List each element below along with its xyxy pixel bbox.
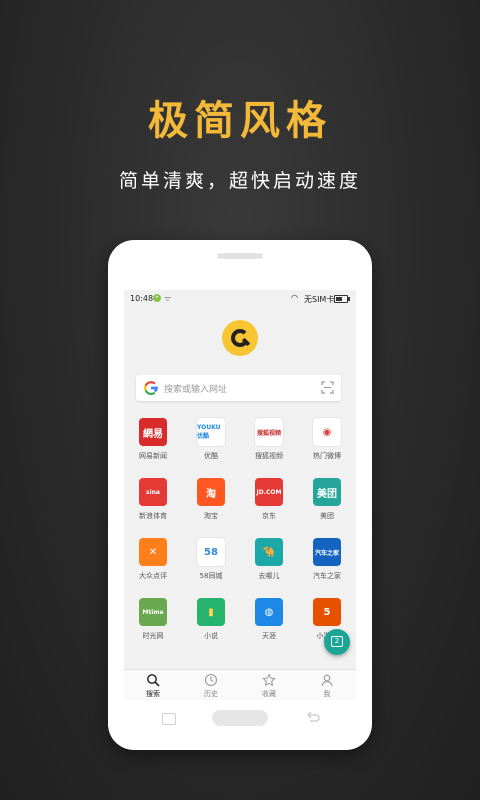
tab-star[interactable]: 收藏 [240,670,298,700]
system-nav-bar [108,708,372,732]
site-label: 热门微博 [313,452,341,460]
site-label: 去哪儿 [258,572,280,580]
site-icon: 搜狐视频 [255,418,283,446]
site-icon: ◍ [255,598,283,626]
site-tile[interactable]: 淘淘宝 [182,478,240,534]
site-icon: 網易 [139,418,167,446]
status-time: 10:48 [130,294,154,303]
site-label: 网易新闻 [139,452,167,460]
site-label: 58同城 [199,572,223,580]
site-tile[interactable]: 網易 网易新闻 [124,418,182,474]
phone-screen: 10:48 • ᯤ ◠ 无SIM卡 搜索或输入网址 網易 网易新闻 YOUKU优… [124,290,356,700]
site-icon: sina [139,478,167,506]
scan-icon[interactable] [321,381,334,394]
site-tile[interactable]: ✕ 大众点评 [124,538,182,594]
recent-apps-button[interactable] [162,713,176,725]
site-icon: Mtime [139,598,167,626]
tab-label: 搜索 [146,690,160,698]
battery-icon [334,295,350,303]
site-label: 大众点评 [139,572,167,580]
site-tile[interactable]: 汽车之家 汽车之家 [298,538,356,594]
search-bar[interactable]: 搜索或输入网址 [136,375,341,401]
tab-person[interactable]: 我 [298,670,356,700]
site-tile[interactable]: sina 新浪体育 [124,478,182,534]
home-button[interactable] [212,710,268,726]
site-tile[interactable]: ▮ 小说 [182,598,240,654]
status-bar: 10:48 • ᯤ ◠ 无SIM卡 [124,290,356,308]
site-icon: YOUKU优酷 [197,418,225,446]
subline: 简单清爽，超快启动速度 [118,170,361,192]
fab-button[interactable]: 2 [324,629,350,655]
site-tile[interactable]: 58 58同城 [182,538,240,594]
phone-frame: 10:48 • ᯤ ◠ 无SIM卡 搜索或输入网址 網易 网易新闻 YOUKU优… [108,240,372,750]
site-label: 搜狐视频 [255,452,283,460]
search-input[interactable]: 搜索或输入网址 [164,382,227,395]
site-tile[interactable]: YOUKU优酷优酷 [182,418,240,474]
site-tile[interactable]: ◉ 热门微博 [298,418,356,474]
star-icon [262,673,276,687]
status-sim: 无SIM卡 [304,295,335,304]
site-label: 新浪体育 [139,512,167,520]
site-icon: 美团 [313,478,341,506]
tab-label: 收藏 [262,690,276,698]
site-icon: 🐪 [255,538,283,566]
site-label: 天涯 [262,632,276,640]
back-button[interactable] [304,710,320,726]
site-label: 美团 [320,512,334,520]
search-icon [147,674,160,687]
site-icon: 汽车之家 [313,538,341,566]
site-icon: ◉ [313,418,341,446]
site-label: 小说 [204,632,218,640]
site-tile[interactable]: 美团 美团 [298,478,356,534]
phone-speaker [217,253,263,259]
tab-search[interactable]: 搜索 [124,670,182,700]
clock-icon [204,673,218,687]
site-label: 时光网 [142,632,164,640]
site-icon: 58 [197,538,225,566]
site-icon: 5 [313,598,341,626]
tab-label: 我 [323,690,331,698]
site-label: 优酷 [204,452,218,460]
site-tile[interactable]: JD.COM 京东 [240,478,298,534]
site-label: 淘宝 [204,512,218,520]
google-icon [144,381,158,396]
site-label: 京东 [262,512,276,520]
site-tile[interactable]: ◍ 天涯 [240,598,298,654]
signal-icon: ᯤ [164,294,172,303]
notification-icon: • [153,294,161,302]
site-tile[interactable]: 搜狐视频 搜狐视频 [240,418,298,474]
wifi-icon: ◠ [291,293,298,302]
tab-clock[interactable]: 历史 [182,670,240,700]
site-tile[interactable]: 🐪 去哪儿 [240,538,298,594]
calendar-icon: 2 [331,636,343,647]
headline: 极简风格 [148,98,332,144]
battery-fill [336,297,342,301]
bottom-tab-bar: 搜索 历史 收藏 我 [124,669,356,700]
site-label: 汽车之家 [313,572,341,580]
site-icon: 淘 [197,478,225,506]
person-icon [321,674,333,687]
site-icon: ▮ [197,598,225,626]
tab-label: 历史 [204,690,218,698]
site-icon: JD.COM [255,478,283,506]
site-tile[interactable]: Mtime 时光网 [124,598,182,654]
browser-logo[interactable] [222,320,258,356]
site-icon: ✕ [139,538,167,566]
